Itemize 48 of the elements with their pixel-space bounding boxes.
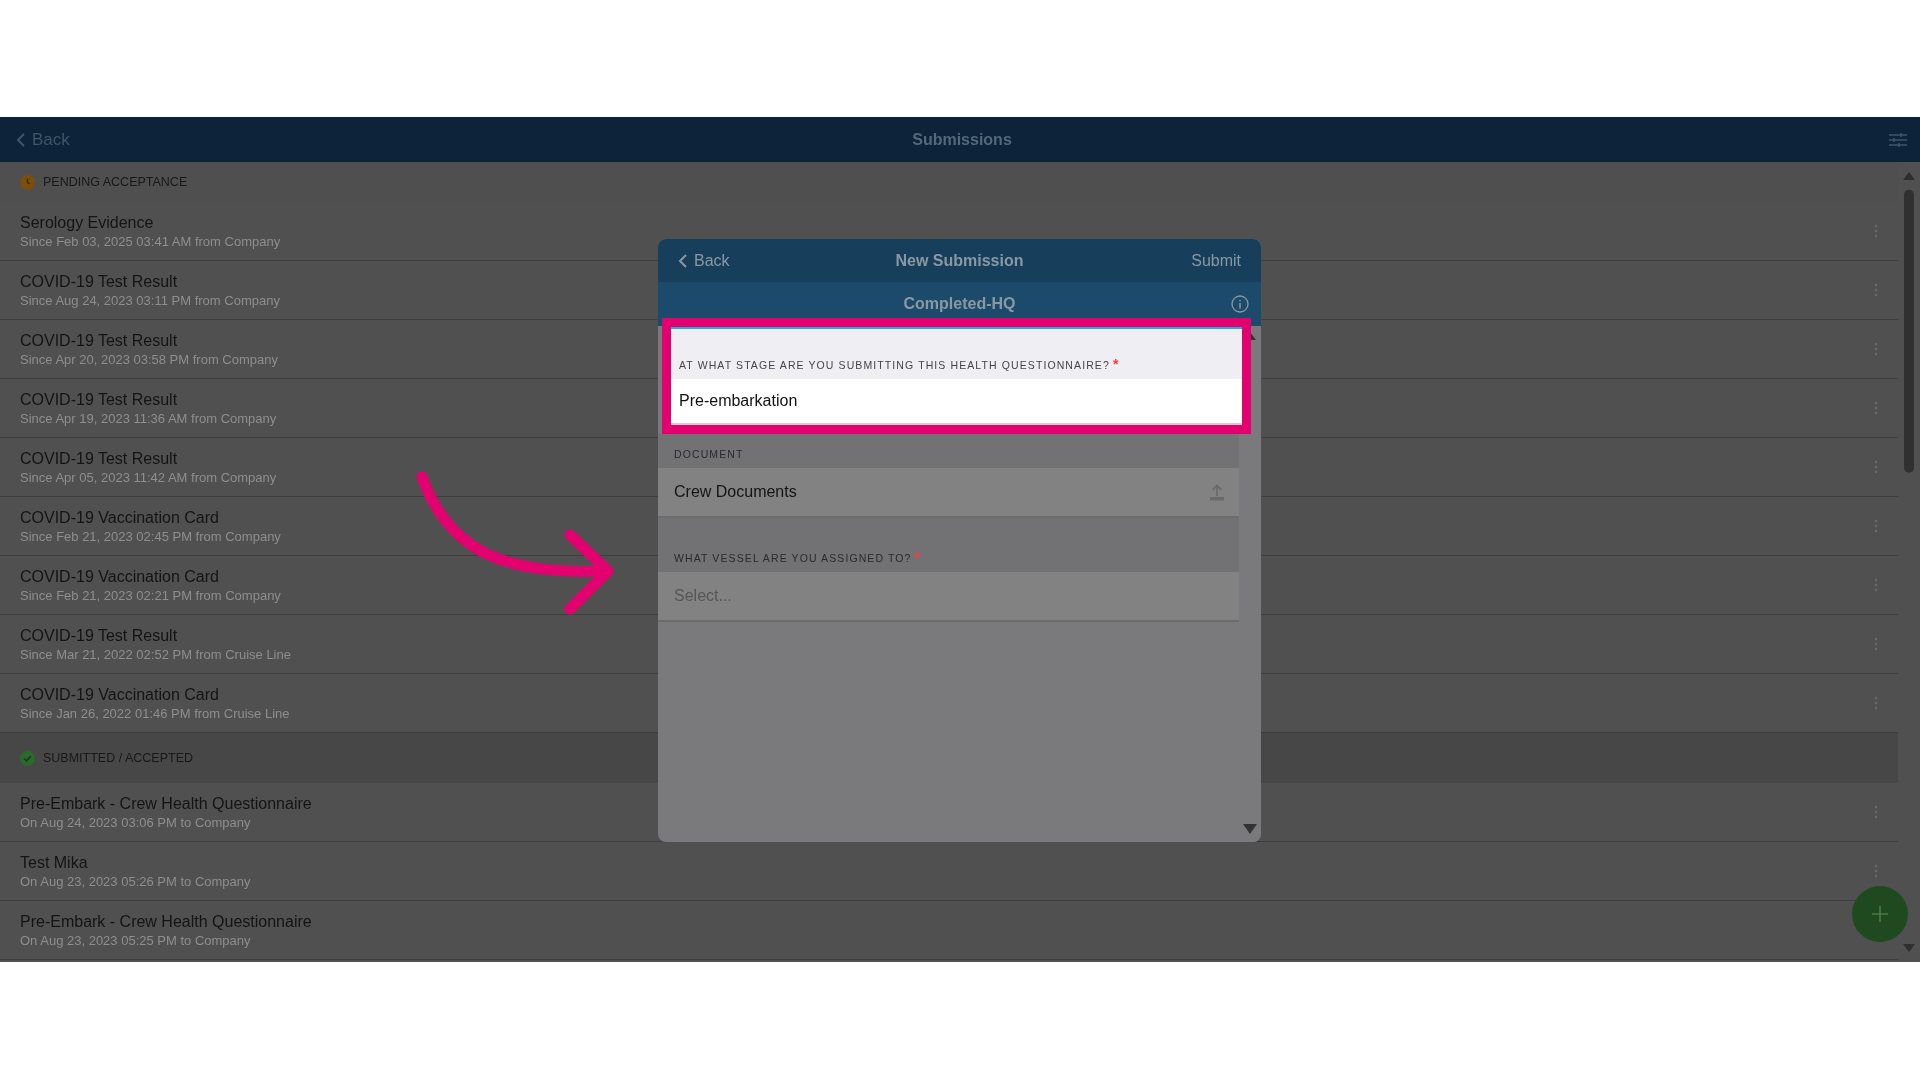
info-icon[interactable] (1231, 295, 1249, 313)
page-title: Submissions (912, 130, 1012, 149)
section-title: PENDING ACCEPTANCE (43, 175, 188, 189)
row-title: Pre-Embark - Crew Health Questionnaire (20, 794, 312, 813)
row-title: COVID-19 Vaccination Card (20, 685, 219, 704)
row-subtitle: Since Feb 03, 2025 03:41 AM from Company (20, 233, 281, 249)
row-title: COVID-19 Vaccination Card (20, 567, 219, 586)
plus-icon (1872, 906, 1888, 922)
filter-sliders-icon[interactable] (1888, 131, 1908, 148)
add-button[interactable] (1852, 886, 1908, 942)
check-circle-icon (20, 750, 35, 766)
required-mark: * (914, 549, 920, 565)
back-chevron-icon (16, 131, 26, 148)
submit-button[interactable]: Submit (1191, 251, 1241, 270)
document-field[interactable]: Crew Documents (658, 468, 1239, 518)
row-subtitle: Since Apr 19, 2023 11:36 AM from Company (20, 410, 277, 426)
row-subtitle: Since Aug 24, 2023 03:11 PM from Company (20, 292, 280, 308)
row-subtitle: Since Jan 26, 2022 01:46 PM from Cruise Line (20, 705, 290, 721)
row-title: COVID-19 Test Result (20, 272, 178, 291)
row-subtitle: On Aug 24, 2023 03:06 PM to Company (20, 814, 251, 830)
row-title: Pre-Embark - Crew Health Questionnaire (20, 912, 312, 931)
back-chevron-icon (678, 252, 688, 269)
form-title: Completed-HQ (903, 295, 1016, 313)
field-label: DOCUMENT (674, 448, 744, 460)
back-button[interactable]: Back (678, 251, 730, 270)
scroll-down-icon[interactable] (1243, 824, 1257, 834)
field-label: AT WHAT STAGE ARE YOU SUBMITTING THIS HEALTH QUESTIONNAIRE? (679, 359, 1110, 371)
clock-icon (20, 174, 35, 190)
row-subtitle: Since Mar 21, 2022 02:52 PM from Cruise Line (20, 646, 291, 662)
row-subtitle: Since Feb 21, 2023 02:21 PM from Company (20, 587, 281, 603)
upload-icon (1209, 483, 1225, 501)
row-title: Test Mika (20, 853, 88, 872)
row-title: COVID-19 Test Result (20, 449, 178, 468)
row-title: COVID-19 Test Result (20, 331, 178, 350)
field-label: WHAT VESSEL ARE YOU ASSIGNED TO? (674, 552, 912, 564)
input-field[interactable]: Pre-embarkation (671, 379, 1242, 425)
row-subtitle: Since Apr 05, 2023 11:42 AM from Company (20, 469, 277, 485)
required-mark: * (1112, 356, 1119, 372)
row-title: Serology Evidence (20, 213, 154, 232)
row-title: COVID-19 Test Result (20, 390, 178, 409)
dialog-title: New Submission (895, 251, 1024, 270)
row-title: COVID-19 Test Result (20, 626, 178, 645)
row-subtitle: Since Apr 20, 2023 03:58 PM from Company (20, 351, 278, 367)
row-title: COVID-19 Vaccination Card (20, 508, 219, 527)
row-subtitle: Since Feb 21, 2023 02:45 PM from Company (20, 528, 281, 544)
scrollbar-drawing[interactable] (1902, 170, 1916, 954)
row-subtitle: On Aug 23, 2023 05:25 PM to Company (20, 932, 251, 948)
row-subtitle: On Aug 23, 2023 05:26 PM to Company (20, 873, 251, 889)
